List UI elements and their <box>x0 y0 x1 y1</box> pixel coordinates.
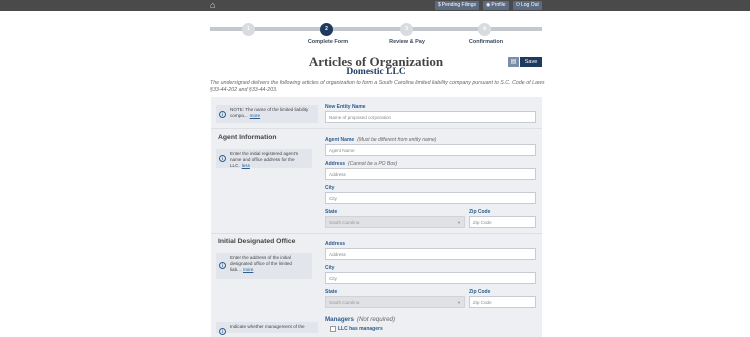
agent-state-select[interactable]: South Carolina ▼ <box>325 216 465 228</box>
managers-info: i Indicate whether management of the <box>216 322 318 335</box>
office-section-heading: Initial Designated Office <box>218 238 296 245</box>
logout-button[interactable]: ⏻Log Out <box>513 1 542 10</box>
office-info-more-link[interactable]: more <box>243 267 253 272</box>
info-icon: i <box>219 111 226 118</box>
office-info: i Enter the address of the initial desig… <box>216 253 312 279</box>
step-2-indicator: 2 <box>320 23 333 36</box>
save-icon[interactable]: ▤ <box>508 57 519 67</box>
page-subtitle: Domestic LLC <box>346 67 406 77</box>
profile-button[interactable]: ◉Profile <box>483 1 509 10</box>
step-2-label: Complete Form <box>307 39 349 45</box>
office-state-select[interactable]: South Carolina ▼ <box>325 296 465 308</box>
agent-info: i Enter the initial registered agent's n… <box>216 149 312 168</box>
section-divider <box>211 128 542 129</box>
managers-checkbox-label[interactable]: LLC has managers <box>338 326 383 332</box>
agent-name-label: Agent Name (Must be different from entity… <box>325 137 437 143</box>
agent-zip-label: Zip Code <box>469 209 491 215</box>
dollar-icon: $ <box>438 2 441 8</box>
top-bar <box>0 0 750 11</box>
agent-city-input[interactable]: City <box>325 192 536 204</box>
step-4-label: Confirmation <box>468 39 504 45</box>
office-state-label: State <box>325 289 338 295</box>
progress-track <box>210 27 542 31</box>
office-address-input[interactable]: Address <box>325 248 536 260</box>
step-4-indicator: 4 <box>478 23 491 36</box>
logout-icon: ⏻ <box>516 2 520 8</box>
step-3-label: Review & Pay <box>389 39 425 45</box>
info-icon: i <box>219 155 226 162</box>
agent-zip-input[interactable]: Zip Code <box>469 216 536 228</box>
info-icon: i <box>219 328 226 335</box>
section-divider <box>211 233 542 234</box>
entity-name-info: i NOTE: The name of the limited liabilit… <box>216 105 318 123</box>
chevron-down-icon: ▼ <box>457 300 461 305</box>
office-city-label: City <box>325 265 335 271</box>
save-button[interactable]: Save <box>520 57 542 67</box>
entity-name-label: New Entity Name <box>325 104 366 110</box>
entity-name-input[interactable]: Name of proposed corporation <box>325 111 536 123</box>
info-icon: i <box>219 262 226 269</box>
home-icon[interactable]: ⌂ <box>210 1 220 10</box>
office-city-input[interactable]: City <box>325 272 536 284</box>
intro-text: The undersigned delivers the following a… <box>210 80 545 93</box>
pending-filings-button[interactable]: $Pending Filings <box>435 1 479 10</box>
office-zip-label: Zip Code <box>469 289 491 295</box>
agent-name-input[interactable]: Agent Name <box>325 144 536 156</box>
office-address-label: Address <box>325 241 346 247</box>
profile-icon: ◉ <box>486 2 491 8</box>
step-3-indicator: 3 <box>400 23 413 36</box>
agent-info-less-link[interactable]: less <box>242 163 250 168</box>
chevron-down-icon: ▼ <box>457 220 461 225</box>
managers-checkbox[interactable] <box>330 326 336 332</box>
agent-section-heading: Agent Information <box>218 134 277 141</box>
step-1-indicator: 1 <box>242 23 255 36</box>
managers-label: Managers (Not required) <box>325 316 396 323</box>
entity-info-more-link[interactable]: more <box>250 113 260 118</box>
agent-state-label: State <box>325 209 338 215</box>
agent-address-label: Address (Cannot be a PO Box) <box>325 161 398 167</box>
agent-city-label: City <box>325 185 335 191</box>
agent-address-input[interactable]: Address <box>325 168 536 180</box>
office-zip-input[interactable]: Zip Code <box>469 296 536 308</box>
